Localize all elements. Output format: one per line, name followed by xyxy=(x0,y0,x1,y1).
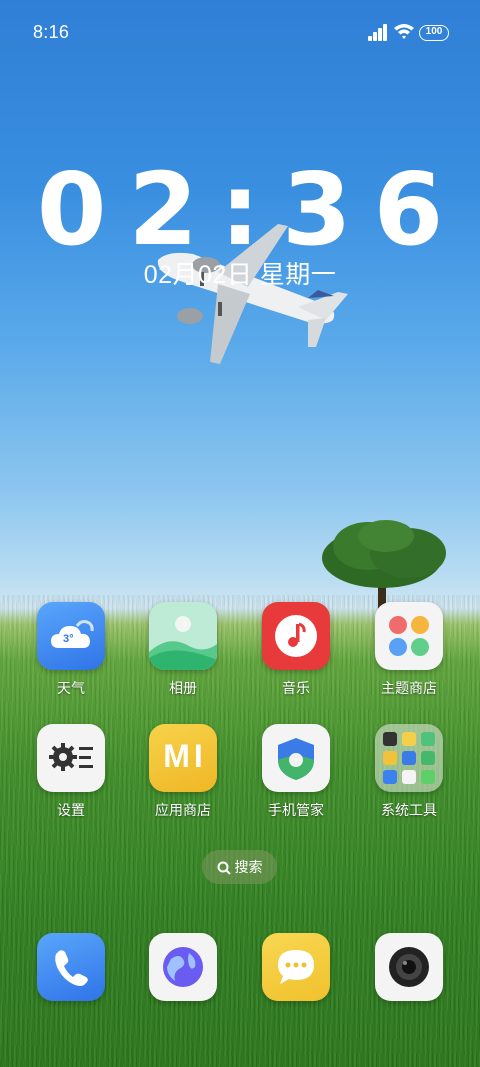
app-label: 天气 xyxy=(57,680,85,696)
search-icon xyxy=(217,861,231,875)
dock-camera[interactable] xyxy=(357,933,461,1001)
app-music[interactable]: 音乐 xyxy=(244,602,348,698)
lock-clock-date: 02月02日 星期一 xyxy=(143,261,337,289)
app-label: 音乐 xyxy=(282,680,310,696)
dock-phone[interactable] xyxy=(19,933,123,1001)
app-label: 应用商店 xyxy=(155,802,211,818)
settings-icon xyxy=(37,724,105,792)
dock-browser[interactable] xyxy=(131,933,235,1001)
weather-icon: 3° xyxy=(37,602,105,670)
app-label: 相册 xyxy=(169,680,197,696)
search-button[interactable]: 搜索 xyxy=(202,850,277,884)
status-bar: 8:16 100 xyxy=(0,0,480,66)
app-store-icon: MI xyxy=(149,724,217,792)
app-gallery[interactable]: 相册 xyxy=(131,602,235,698)
mi-logo: MI xyxy=(163,738,207,774)
weather-temp-badge: 3° xyxy=(63,633,74,645)
app-folder-system-tools[interactable]: 系统工具 xyxy=(357,724,461,820)
music-icon xyxy=(262,602,330,670)
camera-icon xyxy=(375,933,443,1001)
app-settings[interactable]: 设置 xyxy=(19,724,123,820)
phone-icon xyxy=(37,933,105,1001)
security-icon xyxy=(262,724,330,792)
app-app-store[interactable]: MI 应用商店 xyxy=(131,724,235,820)
messages-icon xyxy=(262,933,330,1001)
search-label: 搜索 xyxy=(234,859,263,875)
app-label: 系统工具 xyxy=(381,802,437,818)
app-label: 主题商店 xyxy=(381,680,437,696)
app-label: 设置 xyxy=(57,802,85,818)
wifi-icon xyxy=(394,24,414,39)
cellular-signal-icon xyxy=(368,24,388,41)
battery-indicator: 100 xyxy=(419,25,449,41)
gallery-icon xyxy=(149,602,217,670)
browser-icon xyxy=(149,933,217,1001)
dock-messages[interactable] xyxy=(244,933,348,1001)
app-weather[interactable]: 3° 天气 xyxy=(19,602,123,698)
app-theme-store[interactable]: 主题商店 xyxy=(357,602,461,698)
theme-store-icon xyxy=(375,602,443,670)
tree-wallpaper-image xyxy=(322,520,446,610)
folder-icon xyxy=(375,724,443,792)
app-security[interactable]: 手机管家 xyxy=(244,724,348,820)
app-label: 手机管家 xyxy=(268,802,324,818)
status-time: 8:16 xyxy=(33,22,70,42)
